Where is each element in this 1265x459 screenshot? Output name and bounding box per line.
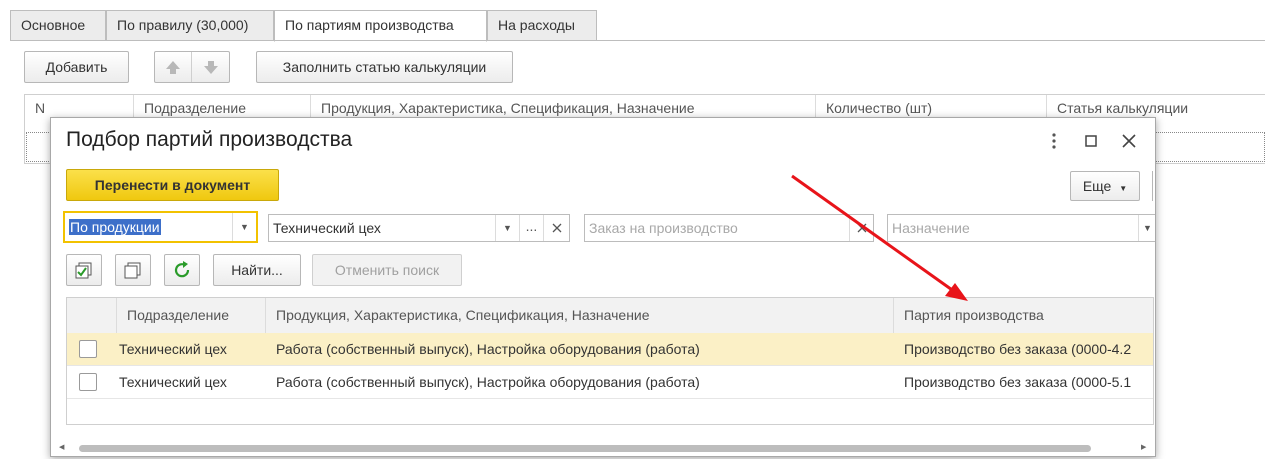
annotation-arrow-icon <box>791 174 968 301</box>
